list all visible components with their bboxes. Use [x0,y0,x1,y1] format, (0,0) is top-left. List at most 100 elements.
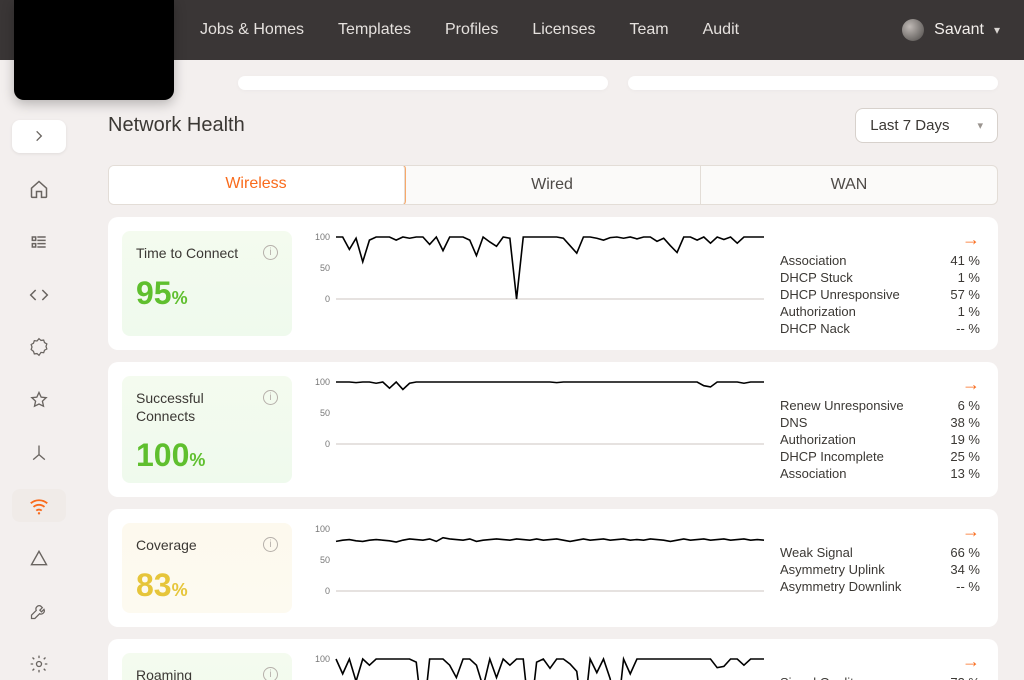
breakdown-label: Association [780,253,846,268]
breakdown-row: Association13 % [780,466,980,481]
details-arrow[interactable]: → [962,229,980,250]
tab-wan[interactable]: WAN [701,166,997,204]
rail-alert[interactable] [12,542,66,575]
breakdown-list: Signal Quality73 %Signal Quality Roam27 … [780,653,980,680]
breakdown-row: Authorization1 % [780,304,980,319]
breakdown-list: Weak Signal66 %Asymmetry Uplink34 %Asymm… [780,523,980,613]
svg-text:100: 100 [315,377,330,387]
tab-wired[interactable]: Wired [404,166,701,204]
breakdown-value: 57 % [950,287,980,302]
breakdown-label: Signal Quality [780,675,860,680]
breakdown-row: DHCP Stuck 1 % [780,270,980,285]
tab-row: Wireless Wired WAN [108,165,998,205]
svg-text:100: 100 [315,654,330,664]
nav-templates[interactable]: Templates [338,21,411,39]
breakdown-row: Signal Quality73 % [780,675,980,680]
kpi-box: Roaming i 90% [122,653,292,680]
chevron-down-icon: ▾ [977,119,983,132]
nav-team[interactable]: Team [629,21,668,39]
breakdown-label: Authorization [780,432,856,447]
info-icon[interactable]: i [263,537,278,552]
spark-zone: 050100 [310,376,780,483]
code-icon [29,285,49,305]
breakdown-label: Renew Unresponsive [780,398,904,413]
breakdown-label: DHCP Nack [780,321,850,336]
info-icon[interactable]: i [263,667,278,680]
svg-text:0: 0 [325,294,330,304]
kpi-box: Coverage i 83% [122,523,292,613]
rail-expand[interactable] [12,120,66,153]
tab-wireless[interactable]: Wireless [108,165,405,205]
kpi-value: 83% [136,569,278,601]
home-icon [29,179,49,199]
rail-star[interactable] [12,384,66,417]
breakdown-label: DHCP Unresponsive [780,287,900,302]
kpi-box: Successful Connects i 100% [122,376,292,483]
svg-text:0: 0 [325,586,330,596]
kpi-label: Roaming [136,667,192,680]
star-icon [29,390,49,410]
nav-items: Jobs & Homes Templates Profiles Licenses… [200,21,739,39]
chevron-down-icon: ▾ [994,23,1000,37]
details-arrow[interactable]: → [962,374,980,395]
breakdown-value: 6 % [958,398,980,413]
network-icon [29,443,49,463]
breakdown-value: -- % [956,579,980,594]
main-content: Network Health Last 7 Days ▾ Wireless Wi… [78,60,1024,680]
breakdown-row: DHCP Nack -- % [780,321,980,336]
brand-logo [14,0,174,100]
svg-text:0: 0 [325,439,330,449]
metric-card: Roaming i 90% 050100 Signal Quality73 %S… [108,639,998,680]
info-icon[interactable]: i [263,245,278,260]
breakdown-label: Weak Signal [780,545,853,560]
breakdown-value: 34 % [950,562,980,577]
svg-text:100: 100 [315,524,330,534]
wrench-icon [29,601,49,621]
summary-cards-row [108,76,998,90]
user-menu[interactable]: Savant ▾ [902,19,1000,41]
breakdown-value: 1 % [958,304,980,319]
spark-zone: 050100 [310,231,780,336]
spark-zone: 050100 [310,523,780,613]
rail-home[interactable] [12,173,66,206]
nav-licenses[interactable]: Licenses [532,21,595,39]
metric-card: Time to Connect i 95% 050100 Association… [108,217,998,350]
rail-code[interactable] [12,278,66,311]
info-icon[interactable]: i [263,390,278,405]
timerange-select[interactable]: Last 7 Days ▾ [855,108,998,143]
breakdown-list: Association 41 % DHCP Stuck 1 % DHCP Unrespo… [780,231,980,336]
nav-audit[interactable]: Audit [703,21,739,39]
breakdown-value: 1 % [958,270,980,285]
breakdown-row: Weak Signal66 % [780,545,980,560]
breakdown-value: 41 % [950,253,980,268]
breakdown-label: DHCP Stuck [780,270,853,285]
rail-tools[interactable] [12,595,66,628]
rail-network[interactable] [12,436,66,469]
summary-card [238,76,608,90]
breakdown-value: -- % [956,321,980,336]
rail-settings[interactable] [12,647,66,680]
summary-card [628,76,998,90]
breakdown-row: Association 41 % [780,253,980,268]
gear-icon [29,654,49,674]
breakdown-label: Asymmetry Downlink [780,579,901,594]
rail-list[interactable] [12,225,66,258]
breakdown-value: 25 % [950,449,980,464]
avatar [902,19,924,41]
breakdown-row: DHCP Incomplete25 % [780,449,980,464]
breakdown-value: 38 % [950,415,980,430]
details-arrow[interactable]: → [962,521,980,542]
nav-jobs-homes[interactable]: Jobs & Homes [200,21,304,39]
nav-profiles[interactable]: Profiles [445,21,498,39]
breakdown-value: 19 % [950,432,980,447]
rail-badge[interactable] [12,331,66,364]
rail-wifi[interactable] [12,489,66,522]
chevron-right-icon [32,129,46,143]
kpi-label: Successful Connects [136,390,263,425]
kpi-label: Time to Connect [136,245,238,263]
kpi-box: Time to Connect i 95% [122,231,292,336]
page-title: Network Health [108,114,245,137]
kpi-value: 100% [136,439,278,471]
breakdown-row: Authorization 19 % [780,432,980,447]
details-arrow[interactable]: → [962,651,980,672]
